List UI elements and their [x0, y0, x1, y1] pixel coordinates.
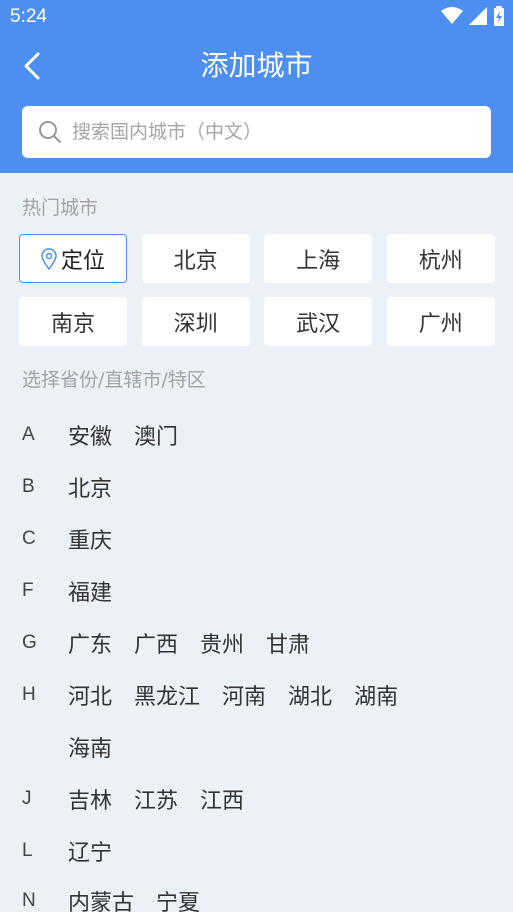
province-item[interactable]: 重庆: [68, 523, 112, 555]
province-item[interactable]: 吉林: [68, 783, 112, 815]
province-group-h: H 河北 黑龙江 河南 湖北 湖南: [22, 680, 398, 710]
app-header: 5:24 添加城市: [0, 0, 513, 173]
search-input[interactable]: [72, 121, 472, 143]
index-letter: C: [22, 528, 36, 549]
index-letter: J: [22, 788, 32, 809]
search-icon: [39, 121, 61, 143]
province-item[interactable]: 河北: [68, 679, 112, 711]
province-item[interactable]: 北京: [68, 471, 112, 503]
province-item[interactable]: 湖北: [288, 679, 332, 711]
hot-city-button[interactable]: 上海: [264, 234, 373, 283]
index-letter: F: [22, 580, 34, 601]
index-letter: L: [22, 840, 33, 861]
province-item[interactable]: 福建: [68, 575, 112, 607]
locate-button[interactable]: 定位: [19, 234, 127, 283]
province-item[interactable]: 海南: [68, 731, 112, 763]
index-letter: B: [22, 476, 35, 497]
province-item[interactable]: 辽宁: [68, 835, 112, 867]
province-item[interactable]: 黑龙江: [134, 679, 200, 711]
province-group-g: G 广东 广西 贵州 甘肃: [22, 628, 310, 658]
index-letter: A: [22, 424, 35, 445]
hot-city-button[interactable]: 南京: [19, 297, 127, 346]
province-group-l: L 辽宁: [22, 836, 112, 866]
province-item[interactable]: 江苏: [134, 783, 178, 815]
index-letter: G: [22, 632, 37, 653]
province-section-label: 选择省份/直辖市/特区: [22, 369, 206, 391]
province-item[interactable]: 河南: [222, 679, 266, 711]
province-group-b: B 北京: [22, 472, 112, 502]
location-pin-icon: [41, 247, 57, 270]
status-time: 5:24: [10, 6, 47, 27]
province-group-j: J 吉林 江苏 江西: [22, 784, 244, 814]
province-group-n: N 内蒙古 宁夏: [22, 886, 200, 912]
signal-icon: [469, 7, 487, 25]
hot-city-button[interactable]: 武汉: [264, 297, 373, 346]
index-letter: N: [22, 890, 36, 911]
hot-city-button[interactable]: 北京: [141, 234, 250, 283]
province-group-c: C 重庆: [22, 524, 112, 554]
hot-city-button[interactable]: 深圳: [141, 297, 250, 346]
battery-icon: [494, 6, 504, 26]
province-item[interactable]: 广西: [134, 627, 178, 659]
search-box[interactable]: [22, 106, 491, 158]
status-icons: [441, 6, 505, 26]
province-item[interactable]: 广东: [68, 627, 112, 659]
hot-city-button[interactable]: 杭州: [386, 234, 495, 283]
province-group-f: F 福建: [22, 576, 112, 606]
index-letter: H: [22, 684, 36, 705]
province-item[interactable]: 江西: [200, 783, 244, 815]
province-item[interactable]: 澳门: [134, 419, 178, 451]
province-item[interactable]: 宁夏: [156, 885, 200, 912]
hot-cities-label: 热门城市: [22, 197, 99, 219]
hot-cities-grid: 定位 北京 上海 杭州 南京 深圳 武汉 广州: [19, 234, 495, 346]
province-group-a: A 安徽 澳门: [22, 420, 178, 450]
province-item[interactable]: 内蒙古: [68, 885, 134, 912]
page-title: 添加城市: [200, 49, 313, 82]
hot-city-button[interactable]: 广州: [386, 297, 495, 346]
wifi-icon: [441, 7, 463, 24]
locate-label: 定位: [60, 248, 105, 274]
province-item[interactable]: 甘肃: [266, 627, 310, 659]
province-group-h-continued: 海南: [22, 732, 112, 762]
province-item[interactable]: 安徽: [68, 419, 112, 451]
province-item[interactable]: 湖南: [354, 679, 398, 711]
province-item[interactable]: 贵州: [200, 627, 244, 659]
